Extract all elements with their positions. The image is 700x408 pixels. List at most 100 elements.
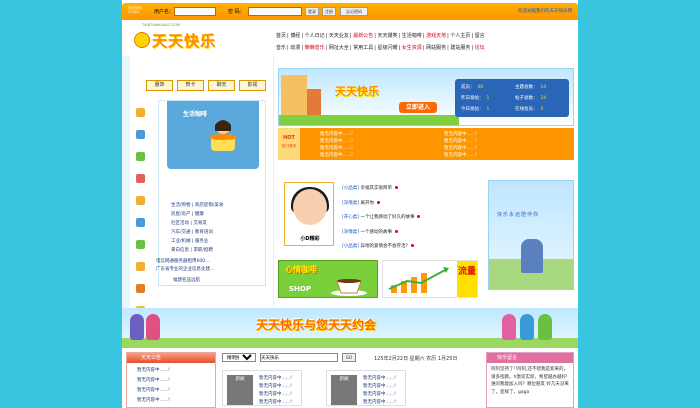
nav-link[interactable]: 星级闪耀 bbox=[377, 45, 397, 51]
list-item[interactable]: 暂无内容中......! bbox=[259, 399, 292, 405]
tab-movies[interactable]: 影视 bbox=[239, 80, 266, 91]
main-banner[interactable]: 天天快乐 立即进入 成员： 46 主题总数： 14 昨日发帖： 1 帖子总数： 24 今… bbox=[278, 68, 574, 126]
grass-illustration bbox=[279, 115, 459, 125]
news-box: 新闻 暂无内容中......! 暂无内容中......! 暂无内容中......… bbox=[326, 370, 406, 406]
nav-link[interactable]: 个人日记 bbox=[305, 33, 325, 39]
nav-link[interactable]: 游戏天地 bbox=[426, 33, 446, 39]
category-link[interactable]: 工业/机械 | 服务业 bbox=[171, 237, 261, 246]
search-input[interactable] bbox=[260, 353, 338, 362]
category-icon[interactable] bbox=[136, 240, 145, 249]
cafe-shop-promo[interactable]: 心情咖啡 SHOP bbox=[278, 260, 378, 298]
nav-link[interactable]: 网站服务 bbox=[426, 45, 446, 51]
tab-cards[interactable]: 贺卡 bbox=[177, 80, 204, 91]
category-icon[interactable] bbox=[136, 284, 145, 293]
main-nav-row-2: 音乐| 动漫| 懒懒音乐| 网址大全| 常用工具| 星级闪耀| 女生资源| 网站… bbox=[276, 45, 485, 51]
list-item[interactable]: [小品类] 异地的爱情会不会存活? bbox=[342, 240, 480, 255]
search-type-select[interactable]: 精明搜索 bbox=[222, 353, 256, 362]
ad-link[interactable]: 广东省专业的企业信息化建... bbox=[156, 266, 214, 274]
nav-link[interactable]: 女生资源 bbox=[402, 45, 422, 51]
date-display: 125年2月22日 星期六 农历 1月25日 bbox=[374, 356, 458, 362]
slogan-banner: 天天快乐与您天天约会 bbox=[122, 308, 578, 348]
hot-news-item[interactable]: 暂无内容中......! bbox=[320, 145, 353, 151]
nav-link[interactable]: 常用工具 bbox=[353, 45, 373, 51]
hot-news-item[interactable]: 暂无内容中......! bbox=[320, 152, 353, 158]
username-label: 用户名： bbox=[154, 9, 175, 15]
enter-button[interactable]: 立即进入 bbox=[399, 102, 437, 113]
category-link[interactable]: 社区活动 | 交易友 bbox=[171, 219, 261, 228]
nav-link[interactable]: 博经 bbox=[290, 33, 300, 39]
bottom-section: 天天公告 暂无内容中......! 暂无内容中......! 暂无内容中....… bbox=[122, 348, 578, 408]
category-icon[interactable] bbox=[136, 218, 145, 227]
stat-item: 帖子总数： 24 bbox=[515, 96, 547, 101]
nav-link[interactable]: 个人主页 bbox=[450, 33, 470, 39]
category-link[interactable]: 生活/购物 | 商店促销/美食 bbox=[171, 201, 261, 210]
panel-bottom-link[interactable]: 福建名品远航 bbox=[173, 277, 200, 285]
list-item[interactable]: 暂无内容中......! bbox=[259, 391, 292, 397]
life-category-links: 生活/购物 | 商店促销/美食 房屋/房产 | 健康 社区活动 | 交易友 汽车… bbox=[171, 201, 261, 255]
site-logo[interactable]: TIANTIANKUAILE.COM 天天快乐 bbox=[130, 23, 260, 55]
forgot-password-button[interactable]: 忘记密码 bbox=[340, 7, 368, 16]
list-item[interactable]: [开心类] 一个让我感动了好久的故事 bbox=[342, 211, 480, 226]
category-icon[interactable] bbox=[136, 152, 145, 161]
list-item[interactable]: [深情类] 一个感动的故事 bbox=[342, 226, 480, 241]
stat-item: 成员： 46 bbox=[461, 85, 484, 90]
category-link[interactable]: 汽车/交通 | 教育培训 bbox=[171, 228, 261, 237]
nav-link[interactable]: 动漫 bbox=[290, 45, 300, 51]
list-item[interactable]: 暂无内容中......! bbox=[363, 399, 396, 405]
nav-link[interactable]: 留言 bbox=[475, 33, 485, 39]
username-input[interactable] bbox=[174, 7, 216, 16]
nav-link[interactable]: 首页 bbox=[276, 33, 286, 39]
new-dot-icon bbox=[417, 215, 421, 218]
hot-news-item[interactable]: 暂无内容中......! bbox=[320, 138, 353, 144]
nav-link[interactable]: 建站服务 bbox=[450, 45, 470, 51]
hot-news-item[interactable]: 暂无内容中......! bbox=[320, 131, 353, 137]
hot-news-item[interactable]: 暂无内容中......! bbox=[444, 152, 477, 158]
list-item[interactable]: 暂无内容中......! bbox=[363, 383, 396, 389]
list-item[interactable]: [深情类] 离开你 bbox=[342, 197, 480, 212]
nav-link[interactable]: 网址大全 bbox=[329, 45, 349, 51]
tab-clothing[interactable]: 服饰 bbox=[146, 80, 173, 91]
nav-link[interactable]: 论坛 bbox=[475, 45, 485, 51]
nav-link[interactable]: 懒懒音乐 bbox=[305, 45, 325, 51]
list-item[interactable]: 暂无内容中......! bbox=[137, 367, 170, 373]
list-item[interactable]: 暂无内容中......! bbox=[137, 387, 170, 393]
login-button[interactable]: 登录 bbox=[305, 7, 319, 16]
list-item[interactable]: 暂无内容中......! bbox=[259, 375, 292, 381]
nav-link[interactable]: 音乐 bbox=[276, 45, 286, 51]
side-ad[interactable]: 快乐永远陪伴你 bbox=[488, 180, 574, 290]
nav-link[interactable]: 最新公告 bbox=[353, 33, 373, 39]
nav-link[interactable]: 天天业友 bbox=[329, 33, 349, 39]
category-icon[interactable] bbox=[136, 130, 145, 139]
category-icon[interactable] bbox=[136, 108, 145, 117]
forum-stats: 成员： 46 主题总数： 14 昨日发帖： 1 帖子总数： 24 今日发帖： 1 在线会员… bbox=[455, 79, 569, 117]
traffic-promo[interactable]: 流量 bbox=[382, 260, 478, 298]
category-icon[interactable] bbox=[136, 196, 145, 205]
ad-link[interactable]: 电信网通服务器租用600... bbox=[156, 258, 214, 266]
cartoon-character-illustration bbox=[502, 314, 516, 340]
site-header: TIANTIANKUAILE.COM 天天快乐 首页| 博经| 个人日记| 天天… bbox=[122, 20, 578, 56]
list-item[interactable]: 暂无内容中......! bbox=[363, 391, 396, 397]
list-item[interactable]: [小品类] 幸福其实很简单 bbox=[342, 182, 480, 197]
category-icon[interactable] bbox=[136, 262, 145, 271]
nav-link[interactable]: 生活咖啡 bbox=[402, 33, 422, 39]
category-link[interactable]: 房屋/房产 | 健康 bbox=[171, 210, 261, 219]
register-button[interactable]: 注册 bbox=[322, 7, 336, 16]
list-item[interactable]: 暂无内容中......! bbox=[137, 397, 170, 403]
list-item[interactable]: 暂无内容中......! bbox=[363, 375, 396, 381]
announcements-title: 天天公告 bbox=[127, 353, 215, 363]
hot-news-item[interactable]: 暂无内容中......! bbox=[444, 131, 477, 137]
photo-caption: 小D精彩 bbox=[300, 236, 320, 242]
nav-link[interactable]: 天天爆笑 bbox=[377, 33, 397, 39]
list-item[interactable]: 暂无内容中......! bbox=[137, 377, 170, 383]
stat-item: 今日发帖： 1 bbox=[461, 107, 490, 112]
category-link[interactable]: 黄白信息 | 求职/招聘 bbox=[171, 246, 261, 255]
list-item[interactable]: 暂无内容中......! bbox=[259, 383, 292, 389]
tab-chat[interactable]: 聊天 bbox=[208, 80, 235, 91]
hot-news-item[interactable]: 暂无内容中......! bbox=[444, 138, 477, 144]
search-go-button[interactable]: GO bbox=[342, 353, 356, 362]
story-photo[interactable]: 小D精彩 bbox=[284, 182, 334, 246]
category-icon[interactable] bbox=[136, 174, 145, 183]
hot-news-item[interactable]: 暂无内容中......! bbox=[444, 145, 477, 151]
cartoon-character-illustration bbox=[538, 314, 552, 340]
password-input[interactable] bbox=[248, 7, 302, 16]
